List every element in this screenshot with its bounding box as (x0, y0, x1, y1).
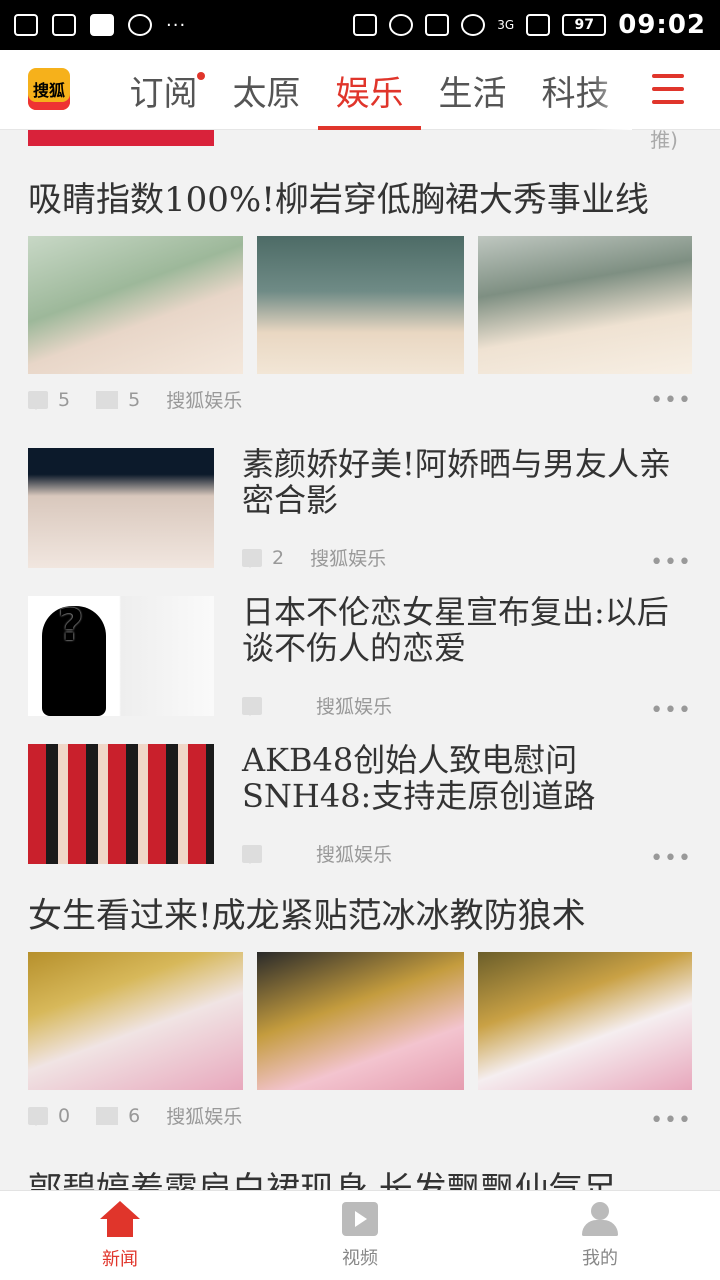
article-title[interactable]: 素颜娇好美!阿娇晒与男友人亲密合影 (242, 446, 692, 518)
more-options-icon[interactable]: ••• (650, 550, 692, 575)
status-bar: ··· 3G 97 09:02 (0, 0, 720, 50)
home-icon (100, 1200, 140, 1237)
tab-subscribe[interactable]: 订阅 (112, 50, 215, 130)
article-meta: 搜狐娱乐 (242, 840, 392, 867)
article-image[interactable] (28, 952, 243, 1090)
ad-label: 推) (650, 130, 678, 152)
nav-news[interactable]: 新闻 (0, 1191, 240, 1280)
article-image[interactable] (478, 952, 692, 1090)
profile-icon (582, 1201, 618, 1236)
signal-icon (526, 14, 551, 36)
more-options-icon[interactable]: ••• (650, 846, 692, 871)
article-title[interactable]: 日本不伦恋女星宣布复出:以后谈不伤人的恋爱 (242, 594, 692, 666)
article-source: 搜狐娱乐 (166, 1106, 243, 1128)
tabs-fade (592, 50, 632, 130)
nav-label: 新闻 (102, 1248, 138, 1270)
nav-label: 视频 (342, 1247, 378, 1269)
app-icon (90, 14, 114, 36)
nav-video[interactable]: 视频 (240, 1191, 480, 1280)
tab-label: 订阅 (129, 73, 198, 114)
comment-icon (242, 696, 262, 716)
article-image[interactable] (478, 236, 692, 374)
question-mark-icon: ? (58, 600, 84, 651)
comment-count: 5 (58, 388, 71, 411)
more-options-icon[interactable]: ••• (650, 388, 692, 413)
comment-icon (28, 390, 48, 410)
sim-icon (353, 14, 378, 36)
comment-icon (242, 548, 262, 568)
nav-me[interactable]: 我的 (480, 1191, 720, 1280)
message-icon (52, 14, 76, 36)
wifi-icon (461, 14, 486, 36)
tab-entertainment[interactable]: 娱乐 (318, 50, 421, 130)
image-count: 6 (128, 1104, 141, 1127)
article-meta: 搜狐娱乐 (242, 692, 392, 719)
nav-label: 我的 (582, 1247, 618, 1269)
article-thumbnail[interactable] (28, 448, 214, 568)
image-count: 5 (128, 388, 141, 411)
article-title[interactable]: AKB48创始人致电慰问SNH48:支持走原创道路 (242, 742, 692, 814)
gallery-icon (14, 14, 38, 36)
sohu-logo[interactable]: 搜狐 (28, 68, 70, 110)
tab-label: 生活 (438, 73, 507, 114)
article-title[interactable]: 吸睛指数100%!柳岩穿低胸裙大秀事业线 (28, 182, 649, 218)
article-thumbnail[interactable] (28, 744, 214, 864)
article-meta: 2 搜狐娱乐 (242, 544, 386, 571)
article-thumbnail[interactable]: ? (28, 596, 214, 716)
mute-icon (425, 14, 450, 36)
bottom-navigation: 新闻 视频 我的 (0, 1190, 720, 1280)
article-source: 搜狐娱乐 (310, 548, 387, 570)
article-meta: 0 6 搜狐娱乐 (28, 1102, 242, 1129)
menu-icon[interactable] (652, 74, 684, 104)
tab-life[interactable]: 生活 (421, 50, 524, 130)
article-source: 搜狐娱乐 (316, 696, 393, 718)
ad-banner-fragment[interactable] (28, 130, 214, 146)
article-image[interactable] (257, 952, 464, 1090)
headphones-icon (389, 14, 414, 36)
network-type: 3G (497, 18, 515, 32)
channel-tabs: 订阅 太原 娱乐 生活 科技 (112, 50, 627, 130)
article-image[interactable] (28, 236, 243, 374)
tab-label: 娱乐 (335, 73, 404, 114)
article-image[interactable] (257, 236, 464, 374)
clock: 09:02 (618, 10, 706, 40)
new-badge-dot (197, 72, 205, 80)
article-meta: 5 5 搜狐娱乐 (28, 386, 242, 413)
more-options-icon[interactable]: ••• (650, 698, 692, 723)
tab-label: 太原 (232, 73, 301, 114)
more-options-icon[interactable]: ••• (650, 1108, 692, 1133)
comment-icon (28, 1106, 48, 1126)
news-feed[interactable]: 推) 吸睛指数100%!柳岩穿低胸裙大秀事业线 5 5 搜狐娱乐 ••• 素颜娇… (0, 130, 720, 1190)
comment-count: 0 (58, 1104, 71, 1127)
article-title[interactable]: 女生看过来!成龙紧贴范冰冰教防狼术 (28, 898, 586, 934)
video-icon (342, 1201, 378, 1236)
image-count-icon (96, 390, 119, 409)
more-notifications-icon: ··· (166, 14, 187, 36)
channel-header: 搜狐 订阅 太原 娱乐 生活 科技 (0, 50, 720, 130)
tab-taiyuan[interactable]: 太原 (215, 50, 318, 130)
comment-count: 2 (272, 546, 285, 569)
battery-indicator: 97 (562, 14, 607, 36)
image-count-icon (96, 1106, 119, 1125)
comment-icon (242, 844, 262, 864)
sync-icon (128, 14, 152, 36)
article-title[interactable]: 郭碧婷着露肩白裙现身 长发飘飘仙气足 (28, 1170, 617, 1190)
article-source: 搜狐娱乐 (166, 390, 243, 412)
article-source: 搜狐娱乐 (316, 844, 393, 866)
